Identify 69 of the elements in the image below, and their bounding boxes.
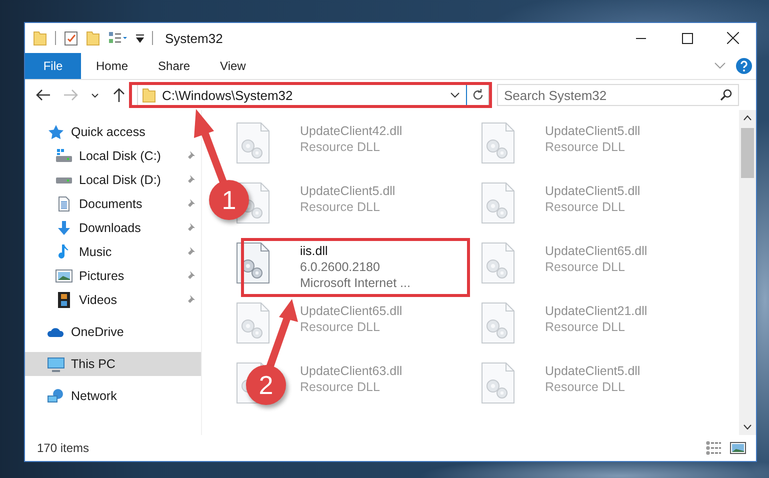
monitor-icon bbox=[47, 356, 65, 372]
search-icon[interactable] bbox=[720, 89, 732, 101]
ribbon-tab[interactable]: Share bbox=[143, 53, 206, 79]
star-icon bbox=[47, 124, 65, 140]
sidebar-item[interactable]: Local Disk (D:) bbox=[25, 168, 201, 192]
dropdown-caret-icon[interactable] bbox=[450, 92, 460, 98]
sidebar-item[interactable]: Videos bbox=[25, 288, 201, 312]
folder-icon bbox=[33, 30, 47, 46]
file-detail: Resource DLL bbox=[300, 380, 381, 394]
sidebar-item[interactable]: Music bbox=[25, 240, 201, 264]
picture-icon bbox=[55, 268, 73, 284]
file-gear-icon bbox=[236, 242, 270, 284]
scroll-thumb[interactable] bbox=[741, 128, 754, 178]
sidebar-item[interactable]: Quick access bbox=[25, 120, 152, 144]
ribbon-tab[interactable]: Home bbox=[81, 53, 144, 79]
back-arrow-icon[interactable] bbox=[36, 89, 50, 101]
folder-icon bbox=[142, 87, 156, 103]
properties-icon[interactable] bbox=[64, 30, 78, 46]
file-detail: Resource DLL bbox=[545, 260, 626, 274]
file-gear-icon bbox=[481, 122, 515, 164]
chevron-up-icon[interactable] bbox=[743, 115, 752, 121]
file-detail: Resource DLL bbox=[545, 320, 626, 334]
help-icon[interactable] bbox=[736, 58, 752, 74]
file-menu-button[interactable]: File bbox=[25, 53, 81, 79]
sidebar-item[interactable]: Network bbox=[25, 384, 123, 408]
file-detail: Resource DLL bbox=[300, 320, 381, 334]
scrollbar[interactable] bbox=[739, 110, 756, 435]
sidebar-item[interactable]: Documents bbox=[25, 192, 201, 216]
drive-icon bbox=[55, 148, 73, 164]
film-icon bbox=[55, 292, 73, 308]
close-icon[interactable] bbox=[727, 32, 739, 44]
drive-icon bbox=[55, 176, 73, 184]
file-detail: 6.0.2600.2180 bbox=[300, 260, 381, 274]
file-gear-icon bbox=[236, 302, 270, 344]
sidebar-item[interactable]: Downloads bbox=[25, 216, 201, 240]
new-folder-icon bbox=[86, 30, 100, 46]
ribbon-tab[interactable]: View bbox=[205, 53, 261, 79]
file-gear-icon bbox=[481, 242, 515, 284]
search-field[interactable]: Search System32 bbox=[504, 88, 720, 102]
sidebar-item[interactable]: This PC bbox=[25, 352, 201, 376]
file-detail: Resource DLL bbox=[300, 140, 381, 154]
refresh-icon[interactable] bbox=[472, 89, 484, 101]
address-field[interactable]: C:\Windows\System32 bbox=[137, 84, 489, 106]
caret-icon[interactable] bbox=[91, 92, 99, 98]
file-gear-icon bbox=[481, 362, 515, 404]
customize-caret-icon[interactable] bbox=[136, 33, 144, 43]
sidebar-item[interactable]: Pictures bbox=[25, 264, 201, 288]
file-detail: Resource DLL bbox=[545, 140, 626, 154]
view-options-icon[interactable] bbox=[108, 31, 128, 45]
file-detail: Resource DLL bbox=[545, 200, 626, 214]
thumbnail-view-icon[interactable] bbox=[730, 441, 746, 455]
file-gear-icon bbox=[481, 302, 515, 344]
file-detail: Resource DLL bbox=[300, 200, 381, 214]
file-detail: Resource DLL bbox=[545, 380, 626, 394]
network-icon bbox=[47, 388, 65, 404]
up-arrow-icon[interactable] bbox=[113, 88, 125, 102]
sidebar-item[interactable]: Local Disk (C:) bbox=[25, 144, 201, 168]
details-view-icon[interactable] bbox=[706, 441, 722, 455]
item-count: 170 items bbox=[37, 441, 90, 455]
file-name[interactable]: iis.dll bbox=[300, 244, 410, 258]
maximize-icon[interactable] bbox=[682, 32, 692, 44]
window-title: System32 bbox=[165, 30, 223, 46]
sidebar-item[interactable]: OneDrive bbox=[25, 320, 130, 344]
search-box[interactable]: Search System32 bbox=[497, 84, 739, 106]
file-gear-icon bbox=[236, 122, 270, 164]
chevron-down-icon[interactable] bbox=[743, 424, 752, 430]
download-arrow-icon bbox=[55, 220, 73, 236]
file-gear-icon bbox=[481, 182, 515, 224]
file-detail: Microsoft Internet ... bbox=[300, 276, 410, 290]
